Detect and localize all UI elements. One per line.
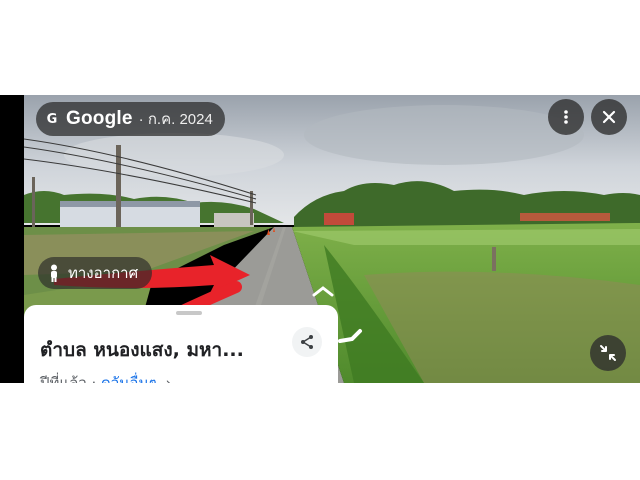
- pegman-icon: [51, 264, 57, 282]
- building: [60, 205, 200, 227]
- card-subtitle: ปีที่แล้ว · ดูวันอื่นๆ ›: [40, 371, 172, 383]
- more-options-button[interactable]: [548, 99, 584, 135]
- street-view-viewer[interactable]: G Google · ก.ค. 2024 ทางอากาศ ตำบล หนองแ…: [0, 95, 640, 383]
- more-vert-icon: [564, 110, 568, 124]
- aerial-view-label: ทางอากาศ: [68, 264, 139, 282]
- brand-label: Google: [66, 108, 133, 129]
- collapse-button[interactable]: [590, 335, 626, 371]
- rice-field: [292, 229, 640, 245]
- left-black-bar: [0, 95, 24, 383]
- place-title: ตำบล หนองแสง, มหา...: [40, 339, 244, 361]
- share-button[interactable]: [292, 327, 322, 357]
- drag-handle[interactable]: [176, 311, 202, 315]
- nav-chevron-right-icon[interactable]: [338, 327, 364, 345]
- building-roof-far: [520, 213, 610, 221]
- close-icon: [602, 110, 616, 124]
- building-roof: [60, 201, 200, 207]
- utility-pole: [32, 177, 35, 229]
- share-icon: [301, 335, 313, 349]
- imagery-date-pill: G Google · ก.ค. 2024: [36, 102, 225, 136]
- place-info-card[interactable]: ตำบล หนองแสง, มหา... ปีที่แล้ว · ดูวันอื…: [24, 305, 338, 383]
- see-other-dates-link[interactable]: ดูวันอื่นๆ: [101, 374, 157, 383]
- fence-post: [492, 247, 496, 271]
- google-g-icon: G: [46, 111, 58, 127]
- aerial-view-chip[interactable]: ทางอากาศ: [38, 257, 153, 289]
- building: [214, 213, 254, 227]
- cloud: [304, 105, 584, 165]
- chevron-right-icon: ›: [165, 374, 172, 383]
- imagery-age: ปีที่แล้ว ·: [40, 374, 97, 383]
- capture-date: · ก.ค. 2024: [138, 111, 213, 128]
- utility-pole: [250, 191, 253, 225]
- building-red: [324, 213, 354, 225]
- nav-chevron-forward-icon[interactable]: [312, 285, 334, 297]
- close-button[interactable]: [591, 99, 627, 135]
- collapse-arrows-icon: [600, 345, 616, 361]
